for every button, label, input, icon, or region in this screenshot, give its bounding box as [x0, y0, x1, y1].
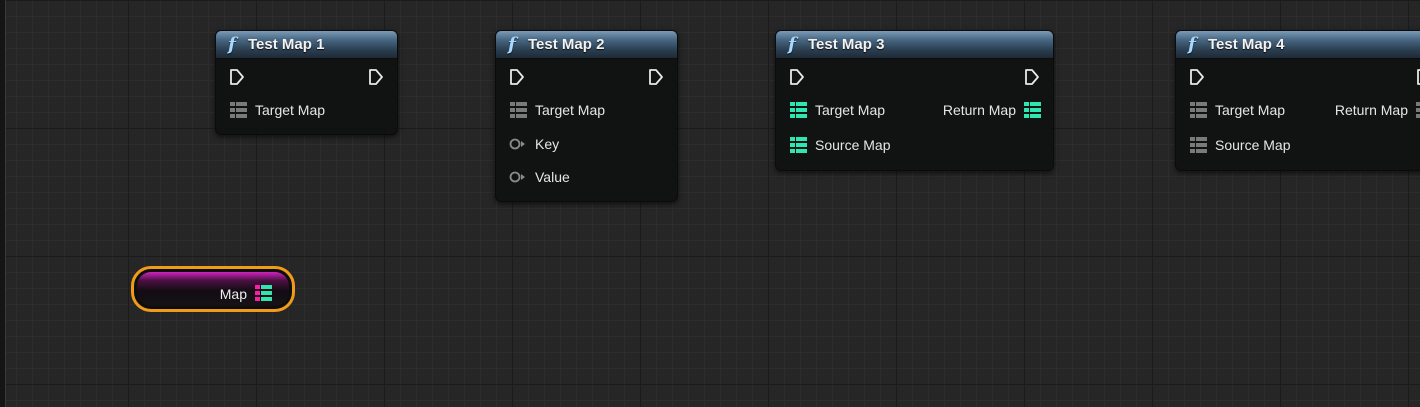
function-node-test-map-3[interactable]: f Test Map 3 Target Map Return Map Sourc… [775, 30, 1054, 171]
input-pin-value[interactable]: Value [496, 160, 677, 194]
function-icon: f [508, 34, 516, 55]
input-pin-key[interactable]: Key [496, 127, 677, 161]
node-header[interactable]: f Test Map 4 [1176, 31, 1420, 59]
function-icon: f [228, 34, 236, 55]
exec-pin-row [1176, 59, 1420, 93]
pin-label: Target Map [815, 102, 886, 118]
exec-pin-row [776, 59, 1053, 93]
wildcard-pin-icon [509, 138, 525, 150]
exec-output-pin-icon[interactable] [368, 68, 384, 86]
input-pin-target-map[interactable]: Target Map Return Map [1176, 93, 1420, 127]
exec-input-pin-icon[interactable] [1189, 68, 1205, 86]
input-pin-source-map[interactable]: Source Map [1176, 128, 1420, 162]
pin-label: Source Map [815, 137, 891, 153]
exec-input-pin-icon[interactable] [789, 68, 805, 86]
exec-input-pin-icon[interactable] [229, 68, 245, 86]
node-header[interactable]: f Test Map 1 [216, 31, 397, 59]
pin-label: Target Map [535, 102, 606, 118]
exec-pin-row [496, 59, 677, 93]
exec-output-pin-icon[interactable] [1416, 68, 1420, 86]
input-pin-source-map[interactable]: Source Map [776, 128, 1053, 162]
map-icon [510, 102, 527, 118]
map-icon [230, 102, 247, 118]
variable-node-body: Map [137, 272, 289, 306]
input-pin-target-map[interactable]: Target Map Return Map [776, 93, 1053, 127]
output-pin-return-map[interactable]: Return Map [1335, 102, 1420, 118]
pin-label: Return Map [942, 102, 1016, 118]
pin-label: Return Map [1334, 102, 1408, 118]
input-pin-target-map[interactable]: Target Map [496, 93, 677, 127]
pin-label: Target Map [255, 102, 326, 118]
function-node-test-map-2[interactable]: f Test Map 2 Target Map Key Value [495, 30, 678, 202]
exec-pin-row [216, 59, 397, 93]
exec-input-pin-icon[interactable] [509, 68, 525, 86]
map-icon [1190, 137, 1207, 153]
map-icon [790, 137, 807, 153]
variable-label: Map [219, 286, 247, 302]
output-pin-return-map[interactable]: Return Map [943, 102, 1041, 118]
exec-output-pin-icon[interactable] [648, 68, 664, 86]
map-icon [1190, 102, 1207, 118]
node-title: Test Map 4 [1208, 36, 1285, 53]
node-header[interactable]: f Test Map 2 [496, 31, 677, 59]
node-header[interactable]: f Test Map 3 [776, 31, 1053, 59]
wildcard-pin-icon [509, 171, 525, 183]
map-icon [790, 102, 807, 118]
function-node-test-map-4[interactable]: f Test Map 4 Target Map Return Map Sourc… [1175, 30, 1420, 171]
map-icon [1416, 102, 1420, 118]
pin-label: Source Map [1215, 137, 1291, 153]
map-icon[interactable] [255, 285, 272, 301]
function-icon: f [788, 34, 796, 55]
map-icon [1024, 102, 1041, 118]
graph-left-border [0, 0, 6, 407]
exec-output-pin-icon[interactable] [1024, 68, 1040, 86]
blueprint-graph-canvas[interactable]: f Test Map 1 Target Map f Test Map 2 Tar… [0, 0, 1420, 407]
node-title: Test Map 3 [808, 36, 885, 53]
node-title: Test Map 1 [248, 36, 325, 53]
pin-label: Value [535, 169, 570, 185]
pin-label: Target Map [1215, 102, 1286, 118]
function-icon: f [1188, 34, 1196, 55]
function-node-test-map-1[interactable]: f Test Map 1 Target Map [215, 30, 398, 135]
map-variable-node[interactable]: Map [131, 266, 295, 312]
input-pin-target-map[interactable]: Target Map [216, 93, 397, 127]
node-title: Test Map 2 [528, 36, 605, 53]
pin-label: Key [535, 136, 560, 152]
